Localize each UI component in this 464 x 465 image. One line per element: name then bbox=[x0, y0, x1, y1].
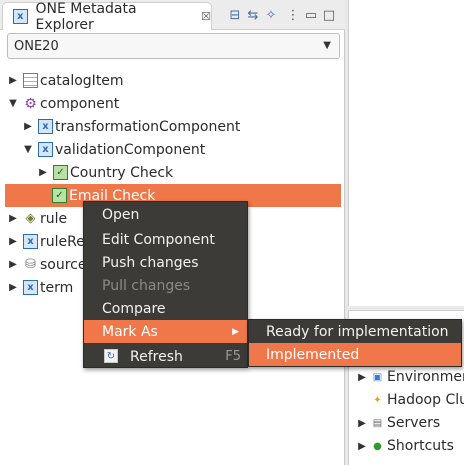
server-tree-item-servers[interactable]: ▶ ▤ Servers bbox=[356, 412, 440, 434]
menu-item-compare[interactable]: Compare bbox=[84, 297, 247, 320]
expand-arrow-icon[interactable]: ▶ bbox=[22, 121, 34, 132]
menu-item-push-changes[interactable]: Push changes bbox=[84, 251, 247, 274]
submenu-arrow-icon: ▶ bbox=[232, 326, 239, 337]
editor-area bbox=[348, 0, 464, 306]
menu-item-label: Pull changes bbox=[102, 277, 191, 294]
tree-item-label: component bbox=[40, 95, 120, 112]
check-component-icon: ✓ bbox=[52, 188, 67, 203]
link-with-editor-icon[interactable]: ⇆ bbox=[244, 6, 262, 24]
context-menu: Open Edit Component Push changes Pull ch… bbox=[83, 201, 248, 368]
tree-item-catalogitem[interactable]: ▶ catalogItem bbox=[7, 69, 124, 92]
menu-item-mark-as[interactable]: Mark As ▶ bbox=[84, 320, 247, 343]
server-tree-item-label: Servers bbox=[387, 415, 441, 431]
server-tree-item-shortcuts[interactable]: ▶ ● Shortcuts bbox=[356, 435, 454, 457]
tree-item-label: Country Check bbox=[70, 164, 174, 181]
expand-arrow-icon[interactable]: ▶ bbox=[7, 282, 19, 293]
menu-item-refresh[interactable]: ↻ Refresh F5 bbox=[84, 345, 247, 368]
collapse-all-icon[interactable]: ⊟ bbox=[226, 6, 244, 24]
tree-item-source[interactable]: ▶ ⛁ source bbox=[7, 253, 87, 276]
server-tree-item-environments[interactable]: ▶ ▣ Environmen bbox=[356, 366, 464, 388]
tab-one-metadata-explorer[interactable]: x ONE Metadata Explorer ☒ bbox=[2, 0, 212, 33]
chevron-down-icon: ▼ bbox=[323, 40, 331, 51]
component-icon: x bbox=[23, 234, 38, 249]
explorer-view-icon: x bbox=[13, 9, 28, 24]
expand-arrow-icon[interactable]: ▶ bbox=[356, 372, 368, 383]
server-tree-item-hadoop-clusters[interactable]: ✦ Hadoop Clu bbox=[356, 389, 464, 411]
filter-icon[interactable]: ✧ bbox=[262, 6, 280, 24]
table-icon bbox=[23, 73, 38, 88]
collapse-arrow-icon[interactable]: ▼ bbox=[22, 144, 34, 155]
tree-item-label: source bbox=[40, 256, 87, 273]
repository-select-value: ONE20 bbox=[14, 38, 59, 54]
server-tree-item-label: Environmen bbox=[387, 369, 464, 385]
menu-item-label: Push changes bbox=[102, 254, 199, 271]
tree-item-term[interactable]: ▶ x term bbox=[7, 276, 73, 299]
view-tab-bar: x ONE Metadata Explorer ☒ ⊟ ⇆ ✧ ⋮ ▭ □ bbox=[0, 0, 345, 33]
tree-item-ruleref[interactable]: ▶ x ruleRe bbox=[7, 230, 85, 253]
server-tree-item-label: Shortcuts bbox=[387, 438, 454, 454]
mark-as-submenu: Ready for implementation Implemented bbox=[248, 319, 462, 367]
view-menu-icon[interactable]: ⋮ bbox=[284, 6, 302, 24]
menu-item-shortcut: F5 bbox=[225, 349, 241, 364]
menu-item-pull-changes: Pull changes bbox=[84, 274, 247, 297]
rule-icon: ◈ bbox=[25, 211, 36, 226]
tree-item-label: catalogItem bbox=[40, 72, 124, 89]
database-icon: ⛁ bbox=[25, 257, 36, 272]
server-icon: ▤ bbox=[372, 417, 383, 429]
tree-item-country-check[interactable]: ▶ ✓ Country Check bbox=[37, 161, 173, 184]
tree-item-label: term bbox=[40, 279, 74, 296]
maximize-icon[interactable]: □ bbox=[320, 6, 338, 24]
close-icon[interactable]: ☒ bbox=[201, 10, 211, 23]
menu-item-label: Edit Component bbox=[102, 231, 215, 248]
menu-item-label: Open bbox=[102, 206, 140, 223]
expand-arrow-icon[interactable]: ▶ bbox=[356, 441, 368, 452]
check-component-icon: ✓ bbox=[53, 165, 68, 180]
expand-arrow-icon[interactable]: ▶ bbox=[356, 418, 368, 429]
expand-arrow-icon[interactable]: ▶ bbox=[7, 213, 19, 224]
component-icon: x bbox=[38, 119, 53, 134]
refresh-icon: ↻ bbox=[104, 349, 118, 363]
menu-item-label: Refresh bbox=[130, 348, 183, 365]
expand-arrow-icon[interactable]: ▶ bbox=[37, 167, 49, 178]
menu-item-open[interactable]: Open bbox=[84, 203, 247, 226]
shortcut-icon: ● bbox=[373, 440, 382, 452]
submenu-item-label: Ready for implementation bbox=[266, 323, 449, 340]
submenu-item-implemented[interactable]: Implemented bbox=[249, 343, 461, 366]
tree-item-component[interactable]: ▼ ⚙ component bbox=[7, 92, 119, 115]
menu-item-label: Mark As bbox=[102, 323, 158, 340]
gear-icon: ⚙ bbox=[24, 95, 37, 112]
component-icon: x bbox=[38, 142, 53, 157]
expand-arrow-icon[interactable]: ▶ bbox=[7, 75, 19, 86]
environment-icon: ▣ bbox=[372, 371, 383, 383]
expand-arrow-icon[interactable]: ▶ bbox=[7, 259, 19, 270]
component-icon: x bbox=[23, 280, 38, 295]
menu-item-edit-component[interactable]: Edit Component bbox=[84, 228, 247, 251]
menu-item-label: Compare bbox=[102, 300, 166, 317]
collapse-arrow-icon[interactable]: ▼ bbox=[7, 98, 19, 109]
tree-item-validationcomponent[interactable]: ▼ x validationComponent bbox=[22, 138, 205, 161]
submenu-item-ready-for-implementation[interactable]: Ready for implementation bbox=[249, 320, 461, 343]
tree-item-transformationcomponent[interactable]: ▶ x transformationComponent bbox=[22, 115, 240, 138]
tree-item-label: transformationComponent bbox=[55, 118, 241, 135]
submenu-item-label: Implemented bbox=[266, 346, 360, 363]
expand-arrow-icon[interactable]: ▶ bbox=[7, 236, 19, 247]
minimize-icon[interactable]: ▭ bbox=[302, 6, 320, 24]
view-title: ONE Metadata Explorer bbox=[35, 0, 137, 33]
tree-item-rule[interactable]: ▶ ◈ rule bbox=[7, 207, 67, 230]
tree-item-label: rule bbox=[40, 210, 68, 227]
repository-select[interactable]: ONE20 ▼ bbox=[7, 33, 340, 59]
tree-item-label: validationComponent bbox=[55, 141, 206, 158]
tree-item-label: ruleRe bbox=[40, 233, 85, 250]
server-tree-item-label: Hadoop Clu bbox=[387, 392, 464, 408]
hadoop-icon: ✦ bbox=[373, 394, 382, 406]
